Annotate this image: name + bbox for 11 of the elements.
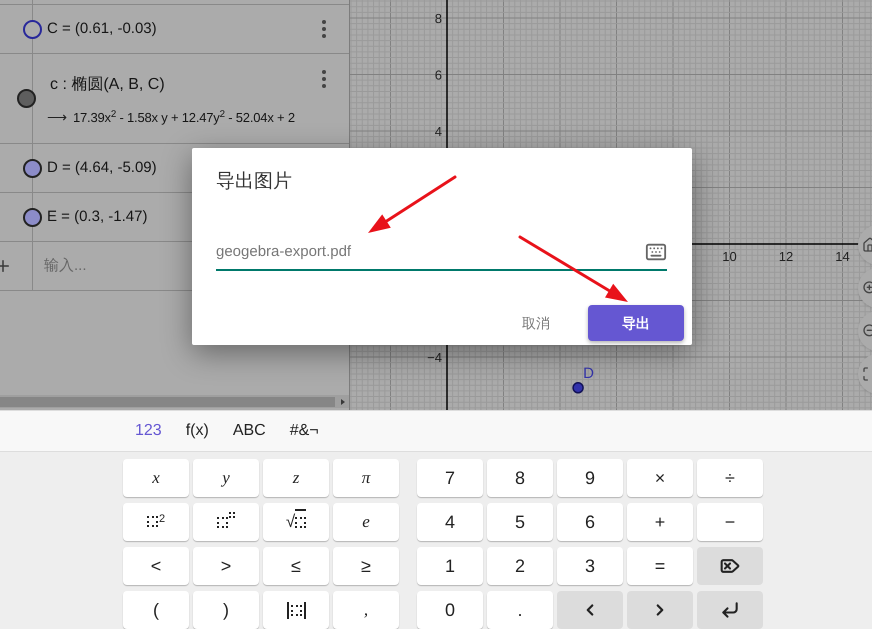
point-label: D [583, 364, 594, 382]
dialog-title: 导出图片 [216, 170, 293, 194]
result-arrow: ⟶ [47, 108, 67, 127]
y-tick-label: 8 [434, 11, 442, 26]
y-tick-label: −4 [427, 350, 442, 365]
conic-equation: 17.39x$^{2}$ - 1.58x y + 12.47y$^{2}$ - 52.04x + 2 [73, 108, 295, 127]
y-tick-label: 6 [434, 68, 442, 82]
x-tick-label: 10 [722, 249, 737, 264]
x-tick-label: 12 [778, 249, 794, 264]
x-tick-label: 14 [835, 249, 850, 264]
y-tick-label: 4 [434, 124, 442, 139]
